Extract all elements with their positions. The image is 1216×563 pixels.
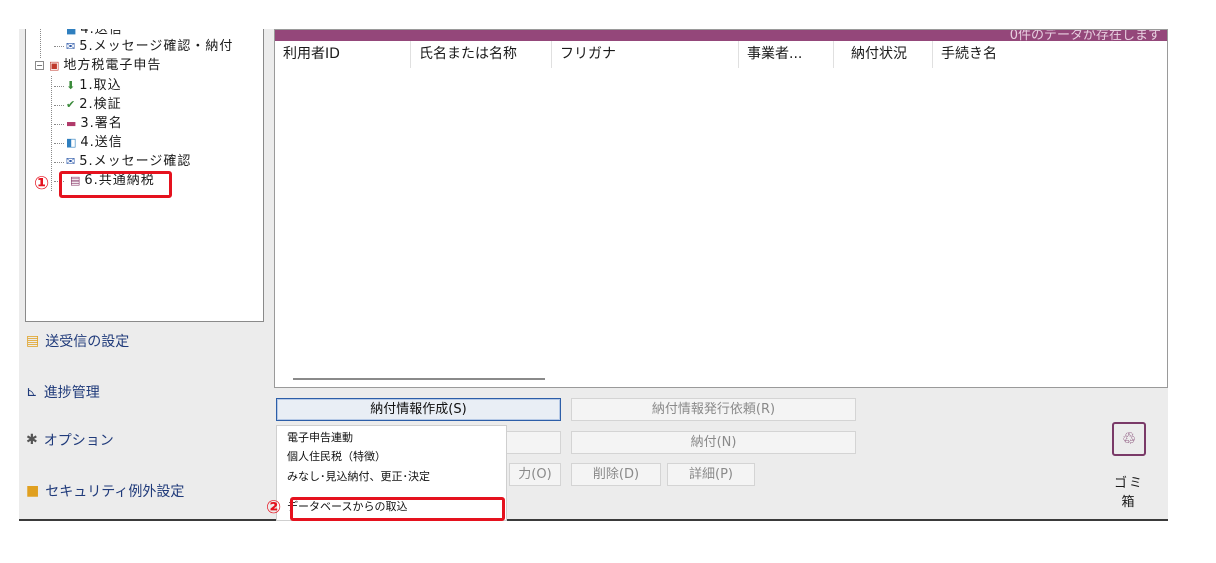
nav-security-exceptions[interactable]: ■ セキュリティ例外設定 [26,481,184,501]
tree-item-label: 5.メッセージ確認・納付 [79,39,234,54]
trash-bin[interactable]: ♲ ゴミ箱 [1109,422,1149,510]
annotation-box-1 [59,171,172,198]
card-icon: ▬ [66,116,78,130]
folder-icon: ▣ [49,58,61,72]
nav-options[interactable]: ✱ オプション [26,430,114,450]
nav-progress-management[interactable]: ⊾ 進捗管理 [26,382,100,402]
column-header[interactable]: 利用者ID [275,41,411,68]
annotation-number-2: ② [266,497,282,518]
gear-icon: ✱ [26,432,38,448]
recycle-icon: ♲ [1112,422,1146,456]
tree-line [54,143,64,144]
application-window: ■ 4.送信 ✉ 5.メッセージ確認・納付 − ▣ 地方税電子申告 ⬇ 1.取込… [19,29,1168,521]
send-icon: ◧ [66,135,78,149]
column-header[interactable]: フリガナ [552,41,739,68]
tree-item-label: 1.取込 [79,78,122,93]
create-payment-info-button[interactable]: 納付情報作成(S) [276,398,561,421]
tree-item-verify[interactable]: ✔ 2.検証 [66,95,122,114]
envelope-icon: ✉ [66,39,77,53]
column-headers: 利用者ID 氏名または名称 フリガナ 事業者... 納付状況 手続き名 [275,41,1167,68]
detail-button[interactable]: 詳細(P) [667,463,755,486]
data-list[interactable]: 0件のデータが存在します 利用者ID 氏名または名称 フリガナ 事業者... 納… [274,29,1168,388]
import-icon: ⬇ [66,78,77,92]
delete-button[interactable]: 削除(D) [571,463,661,486]
menu-item-deemed-payment[interactable]: みなし･見込納付、更正･決定 [287,467,430,487]
trash-label: ゴミ箱 [1113,476,1144,510]
annotation-box-2 [290,497,505,521]
collapse-toggle[interactable]: − [35,61,44,70]
nav-label: セキュリティ例外設定 [45,484,185,500]
tree-item-import[interactable]: ⬇ 1.取込 [66,76,122,95]
send-icon: ■ [66,29,78,36]
tree-line [54,124,64,125]
nav-transmission-settings[interactable]: ▤ 送受信の設定 [26,331,129,351]
tree-item-send-local[interactable]: ◧ 4.送信 [66,133,123,152]
column-header[interactable]: 氏名または名称 [411,41,552,68]
column-header[interactable]: 事業者... [739,41,834,68]
tree-item-label: 4.送信 [80,135,123,150]
menu-item-e-filing-link[interactable]: 電子申告連動 [287,428,353,448]
envelope-icon: ✉ [66,154,77,168]
tree-line [54,46,64,47]
annotation-number-1: ① [34,173,50,194]
checklist-icon: ✔ [66,97,77,111]
nav-label: オプション [43,433,114,449]
menu-item-resident-tax[interactable]: 個人住民税（特徴） [287,447,386,467]
progress-icon: ⊾ [26,384,38,400]
tree-item-local-tax[interactable]: ▣ 地方税電子申告 [49,56,161,75]
tree-line [54,86,64,87]
tree-item-message[interactable]: ✉ 5.メッセージ確認 [66,152,191,171]
lock-icon: ■ [26,483,40,499]
settings-icon: ▤ [26,333,40,349]
tree-item-label: 2.検証 [79,97,122,112]
output-button[interactable]: 力(O) [509,463,561,486]
tree-line [54,105,64,106]
column-header[interactable]: 納付状況 [834,41,933,68]
nav-label: 進捗管理 [43,385,100,401]
tree-line [51,76,52,191]
issue-request-button[interactable]: 納付情報発行依頼(R) [571,398,856,421]
horizontal-scrollbar[interactable] [293,378,545,380]
tree-line [54,162,64,163]
tree-item-sign[interactable]: ▬ 3.署名 [66,114,123,133]
pay-button[interactable]: 納付(N) [571,431,856,454]
nav-label: 送受信の設定 [45,334,130,350]
tree-item-message-payment[interactable]: ✉ 5.メッセージ確認・納付 [66,37,233,56]
tree-item-label: 地方税電子申告 [63,58,162,73]
column-header[interactable]: 手続き名 [933,41,1133,68]
tree-line [40,29,41,58]
tree-item-label: 5.メッセージ確認 [79,154,192,169]
list-status-bar: 0件のデータが存在します [275,30,1167,43]
tree-item-label: 3.署名 [80,116,123,131]
